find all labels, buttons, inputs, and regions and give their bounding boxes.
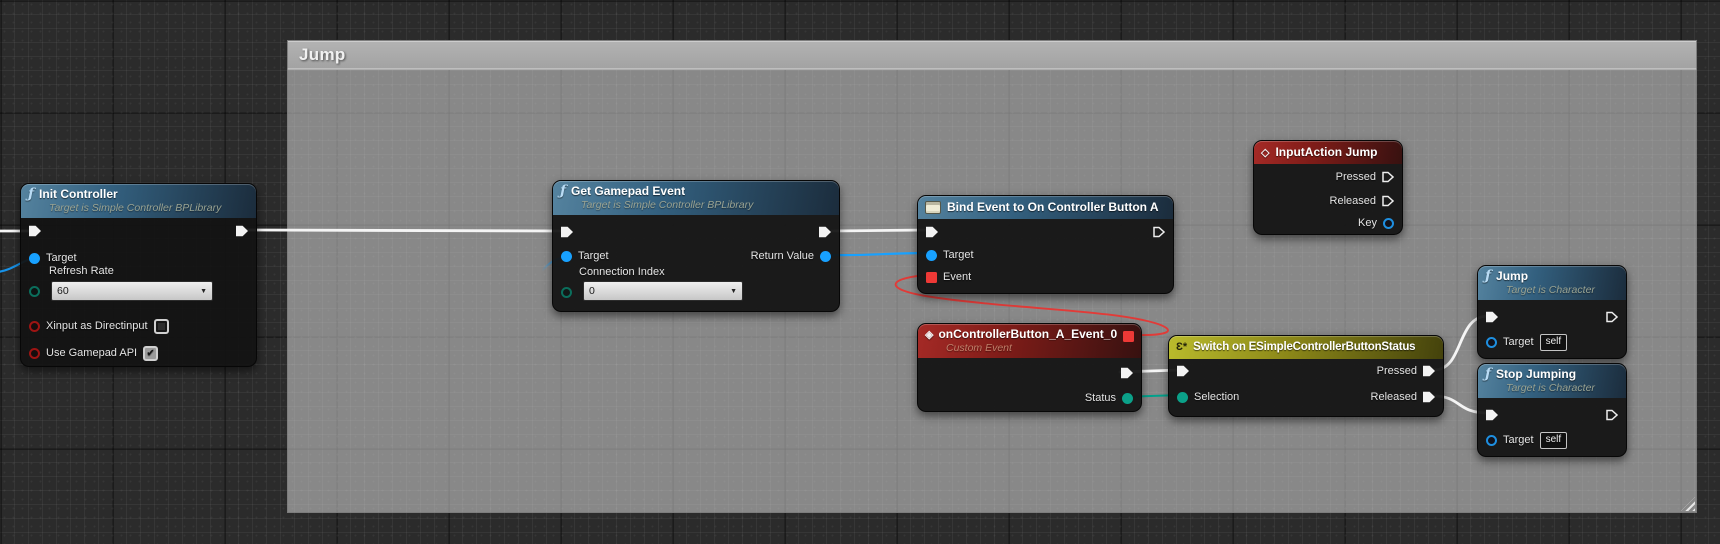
selection-pin[interactable]	[1177, 392, 1188, 403]
pin-label: Target	[46, 252, 77, 264]
connection-index-label: Connection Index	[579, 266, 665, 278]
exec-in-pin[interactable]	[1486, 311, 1498, 323]
exec-out-pin[interactable]	[1606, 311, 1618, 323]
target-pin[interactable]	[1486, 435, 1497, 446]
node-title: Stop Jumping	[1496, 367, 1576, 381]
pin-label: Target	[943, 249, 974, 261]
exec-out-pin[interactable]	[819, 226, 831, 238]
target-pin[interactable]	[926, 250, 937, 261]
target-self-field[interactable]: self	[1540, 432, 1568, 449]
exec-in-pin[interactable]	[29, 225, 41, 237]
pin-label: Selection	[1194, 391, 1239, 403]
target-pin[interactable]	[561, 251, 572, 262]
node-subtitle: Target is Simple Controller BPLibrary	[49, 202, 248, 214]
node-title: Bind Event to On Controller Button A	[947, 200, 1159, 214]
output-delegate-pin[interactable]	[1123, 331, 1134, 342]
use-gamepad-api-pin[interactable]	[29, 348, 40, 359]
refresh-rate-pin[interactable]	[29, 286, 40, 297]
node-subtitle: Target is Character	[1506, 284, 1618, 296]
node-get-gamepad-event[interactable]: ƒ Get Gamepad Event Target is Simple Con…	[552, 180, 840, 312]
connection-index-value: 0	[589, 285, 595, 297]
pin-label: Key	[1358, 217, 1377, 229]
event-diamond-icon: ◇	[1261, 146, 1269, 159]
pin-label: Target	[578, 250, 609, 262]
pin-label: Released	[1371, 391, 1417, 403]
dropdown-arrow-icon: ▼	[730, 288, 737, 295]
node-subtitle: Custom Event	[946, 342, 1133, 354]
comment-title: Jump	[288, 45, 346, 65]
pin-label: Pressed	[1336, 171, 1376, 183]
bind-event-icon	[925, 201, 941, 214]
node-jump[interactable]: ƒ Jump Target is Character Target self	[1477, 265, 1627, 359]
node-stop-jumping[interactable]: ƒ Stop Jumping Target is Character Targe…	[1477, 363, 1627, 457]
blueprint-graph-canvas[interactable]: Jump ƒ Init Controller Targ	[0, 0, 1720, 544]
xinput-pin[interactable]	[29, 321, 40, 332]
status-pin[interactable]	[1122, 393, 1133, 404]
xinput-checkbox-unchecked[interactable]	[154, 319, 169, 334]
use-gamepad-api-checkbox-checked[interactable]: ✔	[143, 346, 158, 361]
refresh-rate-label: Refresh Rate	[49, 265, 114, 277]
exec-out-pin[interactable]	[1606, 409, 1618, 421]
pin-label: Target	[1503, 336, 1534, 348]
exec-in-pin[interactable]	[1486, 409, 1498, 421]
target-pin[interactable]	[1486, 337, 1497, 348]
node-title: Jump	[1496, 269, 1528, 283]
function-icon: ƒ	[1485, 270, 1491, 282]
function-icon: ƒ	[28, 188, 34, 200]
pin-label: Released	[1330, 195, 1376, 207]
dropdown-arrow-icon: ▼	[200, 288, 207, 295]
released-exec-pin[interactable]	[1382, 195, 1394, 207]
node-title: InputAction Jump	[1275, 145, 1377, 159]
comment-header[interactable]: Jump	[287, 40, 1697, 70]
node-subtitle: Target is Simple Controller BPLibrary	[581, 199, 831, 211]
connection-index-dropdown[interactable]: 0 ▼	[583, 281, 743, 301]
function-icon: ƒ	[560, 185, 566, 197]
connection-index-pin[interactable]	[561, 287, 572, 298]
node-bind-event[interactable]: Bind Event to On Controller Button A Tar…	[917, 195, 1174, 294]
target-pin[interactable]	[29, 253, 40, 264]
pressed-exec-pin[interactable]	[1423, 365, 1435, 377]
node-title: Get Gamepad Event	[571, 184, 685, 198]
refresh-rate-dropdown[interactable]: 60 ▼	[51, 281, 213, 301]
pin-label: Xinput as Directinput	[46, 320, 148, 332]
exec-in-pin[interactable]	[1177, 365, 1189, 377]
node-init-controller[interactable]: ƒ Init Controller Target is Simple Contr…	[20, 183, 257, 367]
pressed-exec-pin[interactable]	[1382, 171, 1394, 183]
pin-label: Target	[1503, 434, 1534, 446]
pin-label: Return Value	[751, 250, 814, 262]
released-exec-pin[interactable]	[1423, 391, 1435, 403]
exec-out-pin[interactable]	[236, 225, 248, 237]
node-title: Switch on ESimpleControllerButtonStatus	[1193, 341, 1415, 353]
exec-in-pin[interactable]	[561, 226, 573, 238]
custom-event-diamond-icon: ◈	[925, 328, 933, 341]
function-icon: ƒ	[1485, 368, 1491, 380]
pin-label: Status	[1085, 392, 1116, 404]
exec-out-pin[interactable]	[1153, 226, 1165, 238]
exec-in-pin[interactable]	[926, 226, 938, 238]
target-self-field[interactable]: self	[1540, 334, 1568, 351]
enum-switch-icon: Ɛ*	[1176, 341, 1187, 353]
node-title: onControllerButton_A_Event_0	[938, 327, 1117, 341]
node-custom-event[interactable]: ◈ onControllerButton_A_Event_0 Custom Ev…	[917, 323, 1142, 412]
key-pin[interactable]	[1383, 218, 1394, 229]
return-value-pin[interactable]	[820, 251, 831, 262]
pin-label: Use Gamepad API	[46, 347, 137, 359]
node-subtitle: Target is Character	[1506, 382, 1618, 394]
pin-label: Pressed	[1377, 365, 1417, 377]
refresh-rate-value: 60	[57, 285, 69, 297]
node-title: Init Controller	[39, 187, 118, 201]
event-delegate-pin[interactable]	[926, 272, 937, 283]
exec-out-pin[interactable]	[1121, 367, 1133, 379]
node-input-action-jump[interactable]: ◇ InputAction Jump Pressed Released Key	[1253, 140, 1403, 235]
node-switch-enum[interactable]: Ɛ* Switch on ESimpleControllerButtonStat…	[1168, 335, 1444, 417]
pin-label: Event	[943, 271, 971, 283]
